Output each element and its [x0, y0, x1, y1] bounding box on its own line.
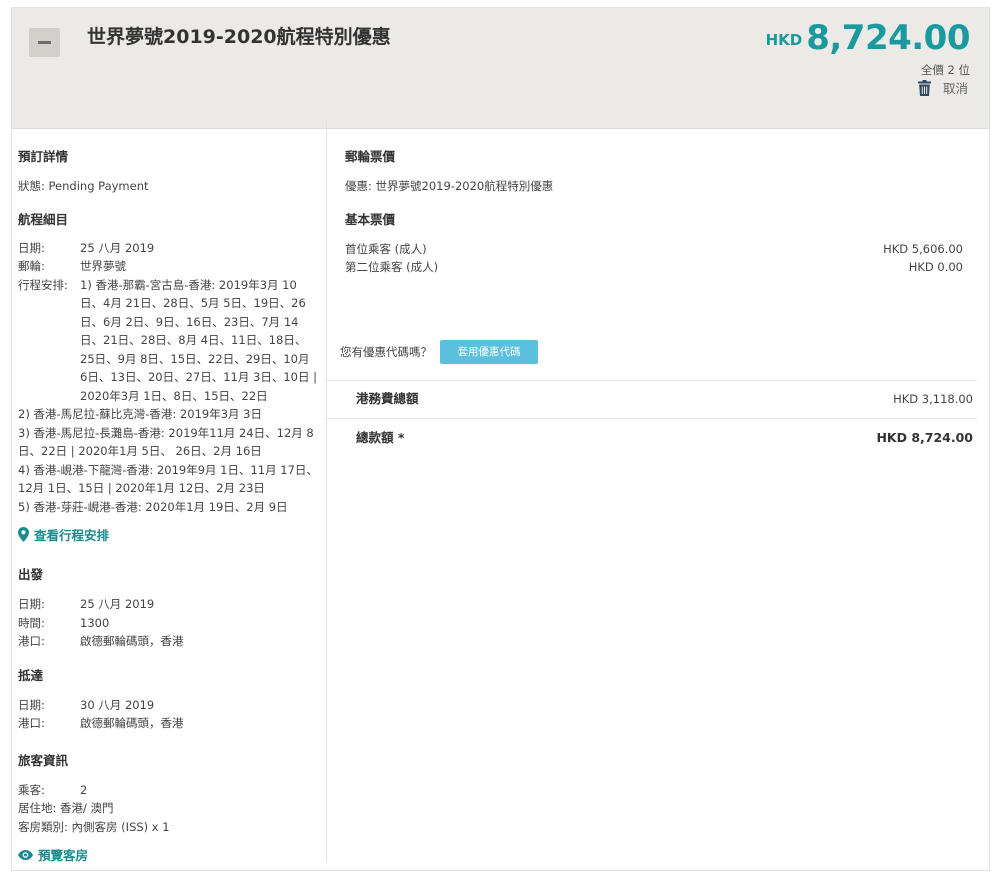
itinerary-item-4b: 12月 1日、15日 | 2020年1月 12日、2月 23日 [18, 481, 265, 495]
total-label: 總款額 * [356, 430, 405, 445]
itinerary-item-4a: 4) 香港-峴港-下龍灣-香港: 2019年9月 1日、11月 17日、 [18, 462, 318, 477]
guest-count-value: 2 [80, 782, 88, 797]
itinerary-item-5: 5) 香港-芽莊-峴港-香港: 2020年1月 19日、2月 9日 [18, 499, 288, 514]
view-itinerary-link[interactable]: 查看行程安排 [18, 525, 318, 544]
price-block: HKD 8,724.00 全價 2 位 [765, 16, 971, 78]
map-pin-icon [18, 527, 29, 542]
fare-promotion: 優惠: 世界夢號2019-2020航程特別優惠 [345, 179, 554, 193]
booking-status: 狀態: Pending Payment [18, 179, 149, 193]
offer-title: 世界夢號2019-2020航程特別優惠 [87, 26, 391, 48]
departure-port-label: 港口: [18, 634, 45, 648]
departure-date-value: 25 八月 2019 [80, 597, 155, 611]
cabin-type: 客房類別: 內側客房 (ISS) x 1 [18, 819, 170, 834]
preview-cabin-link[interactable]: 預覽客房 [18, 845, 318, 864]
total-row: 總款額 * HKD 8,724.00 [356, 429, 973, 448]
departure-time-value: 1300 [80, 615, 110, 630]
departure-date-row: 日期: 25 八月 2019 [18, 595, 318, 614]
departure-port-value: 啟德郵輪碼頭，香港 [80, 634, 184, 648]
ship-value: 世界夢號 [80, 259, 126, 273]
passenger-2-amount: HKD 0.00 [908, 260, 963, 274]
port-fee-row: 港務費總額 HKD 3,118.00 [356, 390, 973, 409]
departure-title: 出發 [18, 567, 44, 582]
divider-total [327, 418, 977, 419]
departure-time-label: 時間: [18, 615, 45, 630]
arrival-port-value: 啟德郵輪碼頭，香港 [80, 716, 184, 730]
itinerary-label: 行程安排: [18, 277, 68, 292]
arrival-port-label: 港口: [18, 716, 45, 730]
booking-header: 世界夢號2019-2020航程特別優惠 HKD 8,724.00 全價 2 位 取… [12, 8, 989, 129]
view-itinerary-label: 查看行程安排 [34, 528, 110, 543]
voyage-details-title: 航程細目 [18, 211, 69, 227]
arrival-date-label: 日期: [18, 697, 45, 712]
itinerary-item-1: 1) 香港-那霸-宮古島-香港: 2019年3月 10日、4月 21日、28日、… [80, 277, 317, 403]
eye-icon [18, 849, 33, 860]
cancel-label: 取消 [942, 81, 968, 96]
itinerary-row: 行程安排: 1) 香港-那霸-宮古島-香港: 2019年3月 10日、4月 21… [18, 276, 318, 406]
departure-date-label: 日期: [18, 597, 45, 611]
guest-info-title: 旅客資訊 [18, 752, 69, 768]
voyage-date-row: 日期: 25 八月 2019 [18, 239, 318, 258]
itinerary-item-3b: 日、22日 | 2020年1月 5日、 26日、2月 16日 [18, 444, 262, 458]
arrival-date-row: 日期: 30 八月 2019 [18, 696, 318, 715]
promo-code-row: 您有優惠代碼嗎？ 套用優惠代碼 [340, 340, 538, 364]
price-currency: HKD [765, 31, 803, 49]
column-divider [326, 120, 327, 862]
fare-row-passenger-2: 第二位乘客 (成人) HKD 0.00 [345, 258, 963, 277]
departure-port-row: 港口: 啟德郵輪碼頭，香港 [18, 632, 318, 651]
guest-count-row: 乘客: 2 [18, 781, 318, 800]
passenger-2-label: 第二位乘客 (成人) [345, 260, 439, 274]
trash-icon [917, 79, 931, 96]
port-fee-label: 港務費總額 [356, 391, 419, 406]
total-amount: HKD 8,724.00 [876, 430, 973, 445]
minus-icon [38, 41, 51, 44]
itinerary-item-3a: 3) 香港-馬尼拉-長灘島-香港: 2019年11月 24日、12月 8 [18, 425, 314, 440]
cruise-fare-title: 郵輪票價 [345, 149, 396, 164]
passenger-1-amount: HKD 5,606.00 [883, 241, 963, 256]
passenger-1-label: 首位乘客 (成人) [345, 241, 427, 256]
divider-port-fee [327, 380, 977, 381]
guest-count-label: 乘客: [18, 782, 45, 797]
voyage-date-label: 日期: [18, 240, 45, 255]
fare-column: 郵輪票價 優惠: 世界夢號2019-2020航程特別優惠 基本票價 首位乘客 (… [345, 136, 963, 277]
ship-label: 郵輪: [18, 259, 45, 273]
fare-row-passenger-1: 首位乘客 (成人) HKD 5,606.00 [345, 240, 963, 259]
arrival-title: 抵達 [18, 667, 44, 683]
price-amount: 8,724.00 [806, 18, 970, 58]
arrival-port-row: 港口: 啟德郵輪碼頭，香港 [18, 714, 318, 733]
port-fee-amount: HKD 3,118.00 [893, 392, 973, 406]
collapse-button[interactable] [29, 28, 60, 57]
promo-question: 您有優惠代碼嗎？ [340, 345, 432, 359]
base-fare-title: 基本票價 [345, 211, 396, 227]
apply-promo-button[interactable]: 套用優惠代碼 [440, 340, 538, 364]
booking-details-column: 預訂詳情 狀態: Pending Payment 航程細目 日期: 25 八月 … [18, 136, 318, 864]
arrival-date-value: 30 八月 2019 [80, 697, 155, 712]
departure-time-row: 時間: 1300 [18, 614, 318, 633]
itinerary-item-2: 2) 香港-馬尼拉-蘇比克灣-香港: 2019年3月 3日 [18, 407, 262, 421]
voyage-date-value: 25 八月 2019 [80, 240, 155, 255]
guest-residence: 居住地: 香港/ 澳門 [18, 801, 114, 815]
booking-details-title: 預訂詳情 [18, 149, 69, 164]
preview-cabin-label: 預覽客房 [38, 848, 89, 863]
ship-row: 郵輪: 世界夢號 [18, 257, 318, 276]
cancel-button[interactable]: 取消 [917, 78, 968, 97]
